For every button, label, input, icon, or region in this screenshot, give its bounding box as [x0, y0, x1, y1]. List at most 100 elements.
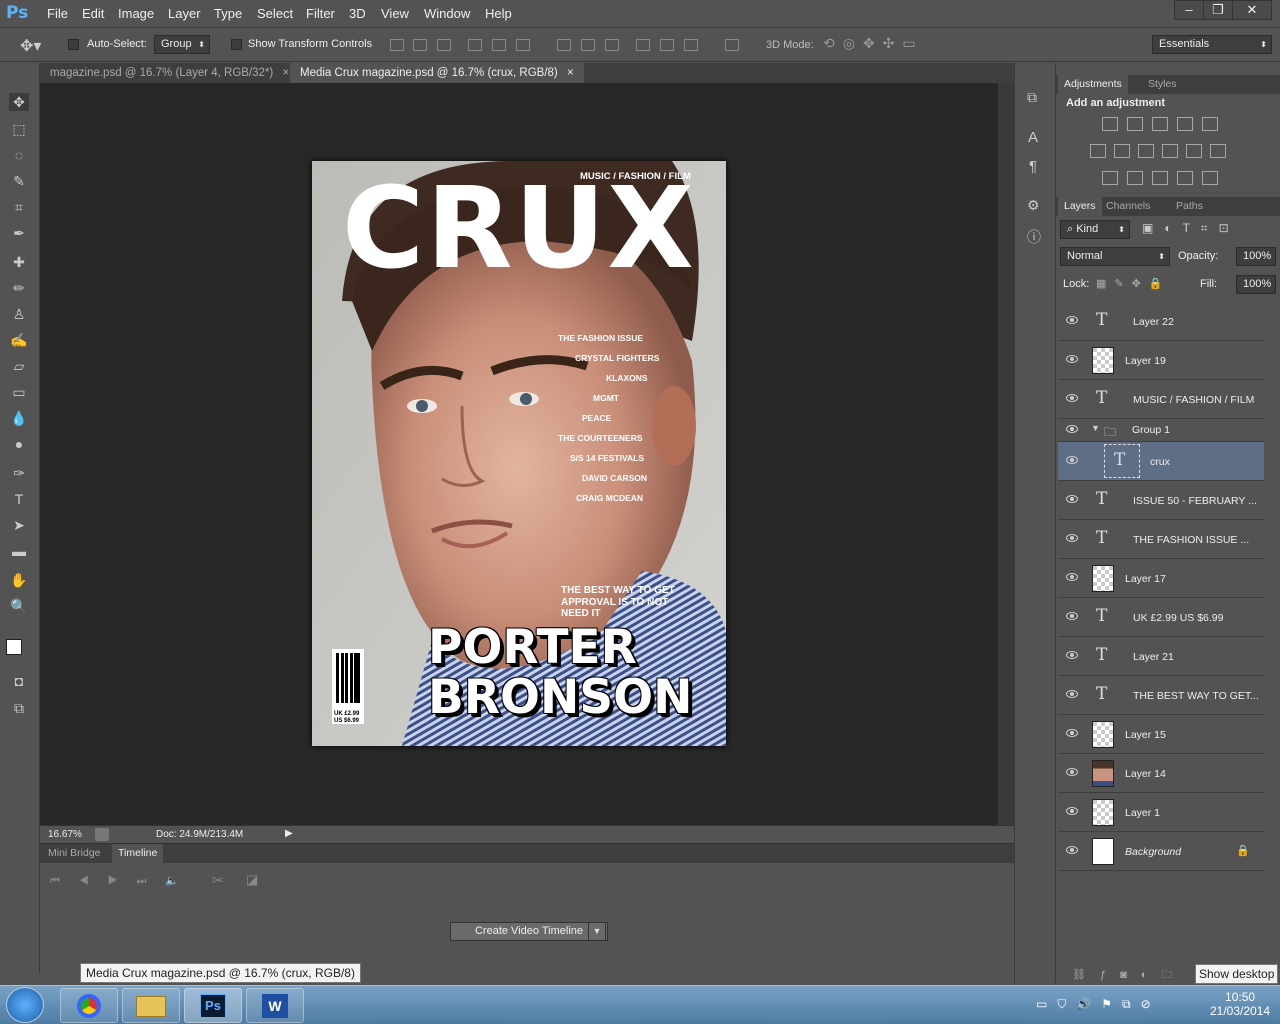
tab-timeline[interactable]: Timeline	[112, 844, 164, 863]
tab-layers[interactable]: Layers	[1058, 197, 1102, 216]
align-vcenter-icon[interactable]	[413, 39, 427, 51]
status-menu-arrow-icon[interactable]: ▶	[285, 828, 293, 839]
align-bottom-icon[interactable]	[437, 39, 451, 51]
foreground-color-swatch[interactable]	[6, 639, 22, 655]
visibility-eye-icon[interactable]	[1066, 651, 1078, 659]
auto-select-checkbox[interactable]	[68, 38, 79, 50]
curves-icon[interactable]	[1152, 117, 1168, 131]
menu-type[interactable]: Type	[214, 6, 242, 21]
close-tab-icon[interactable]: ×	[567, 67, 574, 79]
layer-row-selected[interactable]: Tcrux	[1058, 442, 1264, 481]
layer-row[interactable]: Layer 17	[1058, 559, 1264, 598]
distribute-left-icon[interactable]	[636, 39, 650, 51]
layer-row[interactable]: Layer 15	[1058, 715, 1264, 754]
menu-filter[interactable]: Filter	[306, 6, 335, 21]
start-button-icon[interactable]	[6, 987, 44, 1023]
layer-row[interactable]: T THE FASHION ISSUE ...	[1058, 520, 1264, 559]
align-top-icon[interactable]	[390, 39, 404, 51]
layer-row[interactable]: Layer 1	[1058, 793, 1264, 832]
levels-icon[interactable]	[1127, 117, 1143, 131]
history-brush-icon[interactable]: ✍	[9, 331, 29, 349]
taskbar-word-icon[interactable]: W	[246, 988, 304, 1023]
hue-saturation-icon[interactable]	[1090, 144, 1106, 158]
minimize-button[interactable]: –	[1174, 0, 1204, 20]
gradient-tool-icon[interactable]: ▭	[9, 383, 29, 401]
crop-tool-icon[interactable]: ⌗	[9, 198, 29, 216]
vibrance-icon[interactable]	[1202, 117, 1218, 131]
visibility-eye-icon[interactable]	[1066, 456, 1078, 464]
eraser-tool-icon[interactable]: ▱	[9, 357, 29, 375]
layer-row[interactable]: T Layer 21	[1058, 637, 1264, 676]
layer-row[interactable]: T ISSUE 50 - FEBRUARY ...	[1058, 481, 1264, 520]
taskbar-chrome-icon[interactable]	[60, 988, 118, 1023]
visibility-eye-icon[interactable]	[1066, 807, 1078, 815]
status-icon[interactable]	[95, 828, 109, 841]
visibility-eye-icon[interactable]	[1066, 573, 1078, 581]
info-icon[interactable]: ⓘ	[1027, 227, 1041, 247]
transition-icon[interactable]: ◪	[246, 872, 258, 888]
blend-mode-dropdown[interactable]: Normal ⬍	[1060, 247, 1170, 266]
restore-button[interactable]: ❐	[1203, 0, 1233, 20]
layer-group-row[interactable]: ▼ 🗀 Group 1	[1058, 419, 1264, 442]
menu-edit[interactable]: Edit	[82, 6, 104, 21]
distribute-hcenter-icon[interactable]	[660, 39, 674, 51]
exposure-icon[interactable]	[1177, 117, 1193, 131]
threshold-icon[interactable]	[1152, 171, 1168, 185]
distribute-right-icon[interactable]	[684, 39, 698, 51]
character-icon[interactable]: A	[1028, 129, 1038, 146]
layers-footer-icons[interactable]: ⛓ƒ◙◐🗀	[1072, 966, 1186, 985]
healing-brush-icon[interactable]: ✚	[9, 253, 29, 271]
path-select-icon[interactable]: ➤	[9, 516, 29, 534]
tab-adjustments[interactable]: Adjustments	[1058, 75, 1128, 94]
layer-filter-icons[interactable]: ▣◐T⌗⊡	[1142, 221, 1240, 236]
tab-media-crux[interactable]: Media Crux magazine.psd @ 16.7% (crux, R…	[290, 63, 584, 83]
menu-help[interactable]: Help	[485, 6, 512, 21]
opacity-input[interactable]: 100%	[1236, 247, 1276, 266]
dodge-tool-icon[interactable]: ●	[9, 435, 29, 453]
visibility-eye-icon[interactable]	[1066, 690, 1078, 698]
taskbar-photoshop-icon[interactable]: Ps	[184, 988, 242, 1023]
type-tool-icon[interactable]: T	[9, 490, 29, 508]
create-video-timeline-button[interactable]: Create Video Timeline	[450, 922, 608, 941]
layer-row[interactable]: T Layer 22	[1058, 302, 1264, 341]
visibility-eye-icon[interactable]	[1066, 495, 1078, 503]
history-icon[interactable]: ⧉	[1027, 89, 1037, 106]
lasso-tool-icon[interactable]: ◌	[9, 146, 29, 164]
visibility-eye-icon[interactable]	[1066, 612, 1078, 620]
visibility-eye-icon[interactable]	[1066, 394, 1078, 402]
clock[interactable]: 10:50 21/03/2014	[1210, 990, 1270, 1018]
visibility-eye-icon[interactable]	[1066, 729, 1078, 737]
distribute-vcenter-icon[interactable]	[581, 39, 595, 51]
paragraph-icon[interactable]: ¶	[1029, 158, 1037, 175]
visibility-eye-icon[interactable]	[1066, 534, 1078, 542]
tab-paths[interactable]: Paths	[1170, 197, 1209, 216]
system-tray-icons[interactable]: ▭⛉🔊⚑⧉⊘	[1036, 997, 1161, 1012]
zoom-tool-icon[interactable]: 🔍	[9, 597, 29, 615]
selective-color-icon[interactable]	[1177, 171, 1193, 185]
layer-row[interactable]: Layer 14	[1058, 754, 1264, 793]
move-tool-icon[interactable]: ✥▾	[20, 36, 41, 56]
timeline-dropdown-arrow-icon[interactable]: ▼	[588, 922, 606, 941]
close-tab-icon[interactable]: ×	[282, 67, 289, 79]
auto-align-icon[interactable]	[725, 39, 739, 51]
fill-input[interactable]: 100%	[1236, 275, 1276, 294]
color-lookup-icon[interactable]	[1210, 144, 1226, 158]
visibility-eye-icon[interactable]	[1066, 425, 1078, 433]
3d-mode-icons[interactable]: ⟲◎✥✣▭	[823, 35, 924, 52]
menu-3d[interactable]: 3D	[349, 6, 366, 21]
align-right-icon[interactable]	[516, 39, 530, 51]
color-balance-icon[interactable]	[1114, 144, 1130, 158]
auto-select-dropdown[interactable]: Group ⬍	[154, 35, 210, 54]
expand-arrow-icon[interactable]: ▼	[1091, 423, 1100, 433]
brush-tool-icon[interactable]: ✏	[9, 279, 29, 297]
align-hcenter-icon[interactable]	[492, 39, 506, 51]
distribute-top-icon[interactable]	[557, 39, 571, 51]
visibility-eye-icon[interactable]	[1066, 355, 1078, 363]
vertical-scrollbar[interactable]	[998, 83, 1014, 825]
channel-mixer-icon[interactable]	[1186, 144, 1202, 158]
layer-row[interactable]: Layer 19	[1058, 341, 1264, 380]
taskbar-explorer-icon[interactable]	[122, 988, 180, 1023]
layer-row[interactable]: T UK £2.99 US $6.99	[1058, 598, 1264, 637]
menu-select[interactable]: Select	[257, 6, 293, 21]
distribute-bottom-icon[interactable]	[605, 39, 619, 51]
